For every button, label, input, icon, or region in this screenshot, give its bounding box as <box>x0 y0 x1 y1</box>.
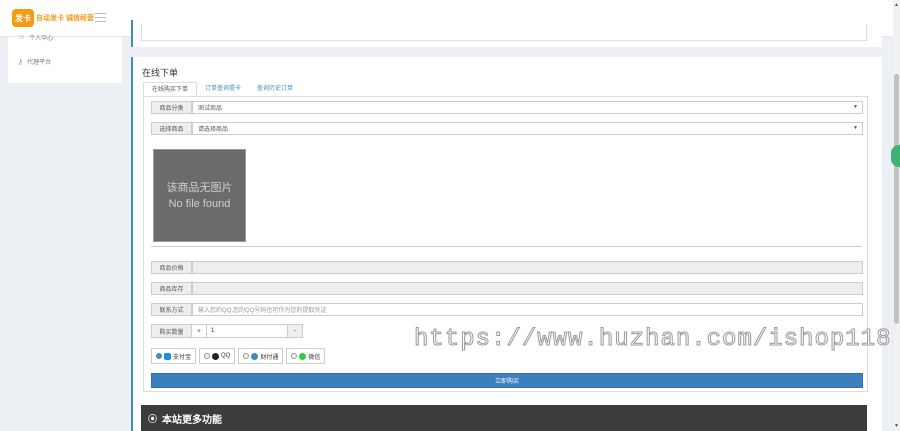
tab-order-history[interactable]: 查询历史订单 <box>249 82 301 97</box>
scroll-down-icon[interactable]: ▼ <box>894 423 899 429</box>
payment-label: 财付通 <box>260 354 279 361</box>
payment-alipay[interactable]: 支付宝 <box>151 348 197 364</box>
page-scrollbar[interactable]: ▲ ▼ <box>893 0 900 431</box>
order-panel: 在线下单 在线购买下单 订单查询提卡 查询历史订单 商品分类 测试商品 ▼ 选择… <box>131 57 882 431</box>
no-file-text: No file found <box>168 197 231 210</box>
sidebar-item-label: 代理平台 <box>27 60 52 66</box>
scrollbar-thumb[interactable] <box>894 74 899 324</box>
product-value: 请选择商品 <box>198 127 229 133</box>
form-divider <box>151 246 862 247</box>
product-select[interactable]: 请选择商品 ▼ <box>192 122 863 135</box>
payment-tenpay[interactable]: 财付通 <box>238 348 284 364</box>
dropdown-caret-icon: ▼ <box>853 104 858 110</box>
user-icon: ☺ <box>18 34 26 41</box>
site-logo[interactable]: 发卡 自动发卡 诚信经营 <box>12 9 94 27</box>
quantity-plus-button[interactable]: + <box>192 324 207 338</box>
payment-label: 微信 <box>308 354 321 361</box>
category-select[interactable]: 测试商品 ▼ <box>192 101 863 114</box>
no-image-text: 该商品无图片 <box>166 181 233 194</box>
pin-icon: ⦿ <box>148 413 158 424</box>
panel-title: 在线下单 <box>142 68 179 78</box>
previous-panel-inner <box>141 24 867 41</box>
tenpay-icon <box>251 352 259 360</box>
tab-query-order[interactable]: 订单查询提卡 <box>197 82 249 97</box>
tab-buy-online[interactable]: 在线购买下单 <box>143 82 198 97</box>
contact-input[interactable]: 输入您的QQ,您的QQ号码也可作为您的提取凭证 <box>192 303 863 316</box>
sidebar-item-user-center[interactable]: ☺ 个人中心 <box>18 33 53 42</box>
price-label: 商品价格 <box>151 261 192 274</box>
wechat-icon <box>299 352 307 360</box>
alipay-icon <box>164 352 171 360</box>
dropdown-caret-icon: ▼ <box>853 125 858 131</box>
stock-label: 商品库存 <box>151 282 192 295</box>
category-value: 测试商品 <box>198 106 223 112</box>
quantity-stepper: 购买数量 + 1 - <box>151 324 303 338</box>
sidebar-item-agent-platform[interactable]: ⚷ 代理平台 <box>18 57 52 67</box>
qq-icon <box>212 352 220 360</box>
logo-text: 自动发卡 诚信经营 <box>36 15 94 22</box>
floating-service-tab[interactable] <box>891 145 900 167</box>
logo-badge: 发卡 <box>12 9 34 27</box>
hamburger-menu-icon[interactable] <box>95 13 106 22</box>
category-label: 商品分类 <box>151 101 192 114</box>
radio-button[interactable] <box>204 353 211 359</box>
payment-qq[interactable]: QQ <box>199 348 236 364</box>
quantity-input[interactable]: 1 <box>207 324 288 338</box>
radio-button[interactable] <box>243 353 250 359</box>
product-image-placeholder: 该商品无图片 No file found <box>153 149 246 242</box>
more-features-title: 本站更多功能 <box>162 414 223 426</box>
order-tabs: 在线购买下单 订单查询提卡 查询历史订单 <box>143 82 301 97</box>
previous-panel <box>131 20 882 47</box>
contact-label: 联系方式 <box>151 303 192 316</box>
stock-field <box>192 282 863 295</box>
more-features-bar: ⦿ 本站更多功能 <box>141 405 867 431</box>
sidebar: ☺ 个人中心 ⚷ 代理平台 <box>8 34 122 83</box>
key-icon: ⚷ <box>18 58 24 66</box>
product-label: 选择商品 <box>151 122 192 135</box>
payment-wechat[interactable]: 微信 <box>286 348 326 364</box>
payment-label: QQ <box>221 353 231 359</box>
quantity-minus-button[interactable]: - <box>288 324 303 338</box>
radio-button[interactable] <box>156 353 162 359</box>
payment-options: 支付宝 QQ 财付通 微信 <box>151 348 326 364</box>
sidebar-item-label: 个人中心 <box>29 36 54 42</box>
payment-label: 支付宝 <box>173 354 192 361</box>
price-field <box>192 261 863 274</box>
quantity-label: 购买数量 <box>151 324 192 338</box>
site-watermark: https://www.huzhan.com/ishop11859 <box>413 326 900 354</box>
buy-now-button[interactable]: 立即购买 <box>151 373 863 388</box>
scroll-up-icon[interactable]: ▲ <box>894 2 899 8</box>
radio-button[interactable] <box>291 353 298 359</box>
